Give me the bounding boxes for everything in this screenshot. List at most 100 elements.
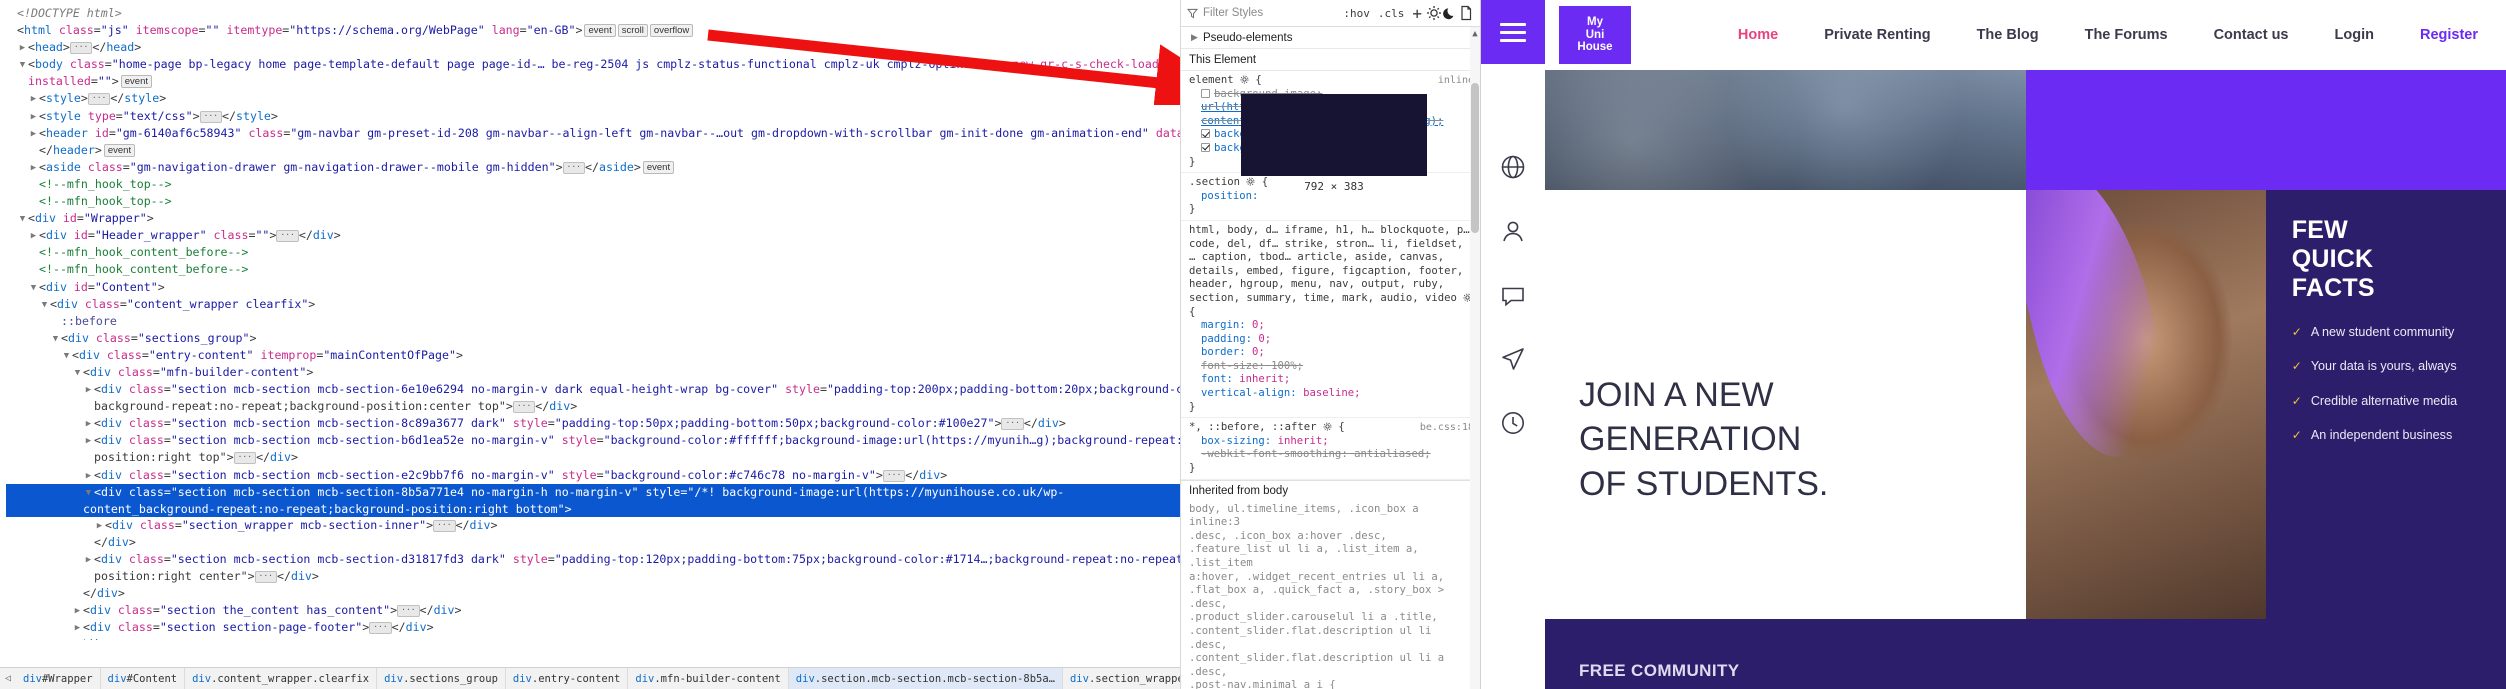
- chevron-down-icon[interactable]: ▼: [50, 331, 61, 347]
- chevron-down-icon[interactable]: ▼: [39, 297, 50, 313]
- dom-badge[interactable]: event: [584, 24, 616, 38]
- dom-node[interactable]: ▶ <style> ··· </style>: [6, 90, 1180, 107]
- chevron-right-icon[interactable]: ▶: [28, 160, 39, 176]
- inherited-selector-line[interactable]: .desc, .icon_box a:hover .desc,: [1189, 530, 1474, 544]
- dom-node[interactable]: ▶<!--mfn_hook_top-->: [6, 176, 1180, 193]
- chat-icon[interactable]: [1500, 282, 1526, 308]
- css-declaration[interactable]: padding: 0;: [1189, 333, 1474, 347]
- globe-icon[interactable]: [1500, 154, 1526, 180]
- nav-link-private-renting[interactable]: Private Renting: [1824, 27, 1930, 43]
- chevron-right-icon[interactable]: ▶: [83, 552, 94, 568]
- chevron-right-icon[interactable]: ▶: [72, 603, 83, 619]
- inherited-selector-line[interactable]: .content_slider.flat.description ul li .…: [1189, 625, 1474, 652]
- chevron-down-icon[interactable]: ▼: [61, 348, 72, 364]
- css-declaration[interactable]: -webkit-font-smoothing: antialiased;: [1189, 448, 1474, 462]
- dom-node[interactable]: ▶<!DOCTYPE html>: [6, 5, 1180, 22]
- dom-node[interactable]: ▶installed="">event: [6, 73, 1180, 90]
- css-property-name[interactable]: border:: [1201, 346, 1246, 358]
- dom-node-selected[interactable]: ▼ <div class="section mcb-section mcb-sec…: [6, 483, 1180, 517]
- expand-children-icon[interactable]: ···: [254, 571, 277, 584]
- chevron-down-icon[interactable]: ▼: [17, 211, 28, 227]
- css-property-name[interactable]: margin:: [1201, 319, 1246, 331]
- chevron-right-icon[interactable]: ▶: [28, 228, 39, 244]
- hamburger-menu-button[interactable]: [1481, 0, 1545, 64]
- dom-badge[interactable]: event: [103, 143, 136, 157]
- chevron-down-icon[interactable]: ▼: [17, 57, 28, 73]
- expand-children-icon[interactable]: ···: [397, 605, 420, 618]
- css-rule-origin[interactable]: be.css:18: [1420, 421, 1474, 435]
- inherited-selector-line[interactable]: .post-nav.minimal a i {: [1189, 679, 1474, 689]
- breadcrumb[interactable]: ◁ div#Wrapper div#Content div.content_wrap…: [0, 667, 1180, 689]
- css-property-name[interactable]: font-size:: [1201, 360, 1265, 372]
- expand-children-icon[interactable]: ···: [562, 161, 585, 174]
- expand-children-icon[interactable]: ···: [1001, 418, 1024, 431]
- breadcrumb-item[interactable]: div.content_wrapper.clearfix: [185, 668, 378, 689]
- nav-link-the-forums[interactable]: The Forums: [2085, 27, 2168, 43]
- inherited-selector-line[interactable]: .feature_list ul li a, .list_item a, .li…: [1189, 543, 1474, 570]
- inherited-selector-line[interactable]: body, ul.timeline_items, .icon_box a inl…: [1189, 503, 1474, 530]
- dom-node[interactable]: ▶</div>: [6, 585, 1180, 602]
- send-icon[interactable]: [1500, 346, 1526, 372]
- breadcrumb-scroll-left-icon[interactable]: ◁: [0, 673, 16, 684]
- css-property-value[interactable]: 0;: [1252, 319, 1265, 331]
- dom-node[interactable]: ▶ <div class="section section-page-footer…: [6, 619, 1180, 636]
- inherited-selector-line[interactable]: .content_slider.flat.description ul li a…: [1189, 652, 1474, 679]
- dom-node[interactable]: ▶<!--mfn_hook_content_before-->: [6, 244, 1180, 261]
- css-property-value[interactable]: antialiased;: [1354, 448, 1431, 460]
- styles-scroll-up-icon[interactable]: ▲: [1470, 29, 1480, 39]
- css-property-value[interactable]: 0;: [1252, 346, 1265, 358]
- css-declaration-checkbox[interactable]: [1201, 129, 1210, 139]
- expand-children-icon[interactable]: ···: [369, 622, 392, 635]
- nav-link-contact-us[interactable]: Contact us: [2214, 27, 2289, 43]
- chevron-right-icon[interactable]: ▶: [83, 382, 94, 398]
- dom-node[interactable]: ▼ <div id="Content">: [6, 279, 1180, 296]
- nav-link-the-blog[interactable]: The Blog: [1977, 27, 2039, 43]
- dom-node[interactable]: ▼ <div class="content_wrapper clearfix">: [6, 296, 1180, 313]
- dom-node[interactable]: ▼ <div class="sections_group">: [6, 330, 1180, 347]
- chevron-right-icon[interactable]: ▶: [83, 433, 94, 449]
- inherited-selector-line[interactable]: a:hover, .widget_recent_entries ul li a,: [1189, 571, 1474, 585]
- expand-children-icon[interactable]: ···: [276, 230, 299, 243]
- expand-children-icon[interactable]: ···: [882, 469, 906, 482]
- dom-badge[interactable]: scroll: [617, 24, 648, 38]
- css-property-value[interactable]: 0;: [1258, 333, 1271, 345]
- dom-node[interactable]: ▶<!--mfn_hook_top-->: [6, 193, 1180, 210]
- breadcrumb-item[interactable]: div.mfn-builder-content: [628, 668, 789, 689]
- dom-node[interactable]: ▶</div>: [6, 636, 1180, 640]
- dom-node[interactable]: ▶position:right center">···</div>: [6, 568, 1180, 585]
- expand-children-icon[interactable]: ···: [87, 93, 111, 106]
- pseudo-elements-row[interactable]: ▶ Pseudo-elements: [1181, 27, 1480, 49]
- breadcrumb-item[interactable]: div.section.mcb-section.mcb-section-8b5a…: [788, 668, 1063, 689]
- expand-children-icon[interactable]: ···: [233, 452, 257, 465]
- css-rule[interactable]: be.css:18 *, ::before, ::after {box-sizin…: [1181, 418, 1480, 480]
- css-property-value[interactable]: 100%;: [1271, 360, 1303, 372]
- dom-node[interactable]: ▶ <div class="section the_content has_con…: [6, 602, 1180, 619]
- dom-node[interactable]: ▶ <div class="section mcb-section mcb-sec…: [6, 415, 1180, 432]
- breadcrumb-item[interactable]: div.sections_group: [377, 668, 506, 689]
- chevron-right-icon[interactable]: ▶: [1189, 32, 1200, 43]
- css-declaration[interactable]: margin: 0;: [1189, 319, 1474, 333]
- dom-badge[interactable]: event: [642, 160, 675, 174]
- class-list-button[interactable]: .cls: [1374, 7, 1409, 20]
- site-logo[interactable]: My Uni House: [1559, 6, 1631, 64]
- expand-children-icon[interactable]: ···: [199, 110, 223, 123]
- light-mode-icon[interactable]: [1426, 5, 1442, 21]
- css-property-name[interactable]: font:: [1201, 373, 1233, 385]
- css-property-name[interactable]: padding:: [1201, 333, 1252, 345]
- dom-node[interactable]: ▶ <header id="gm-6140af6c58943" class="gm…: [6, 125, 1180, 142]
- hover-state-button[interactable]: :hov: [1339, 7, 1374, 20]
- dom-node[interactable]: ▼ <div class="mfn-builder-content">: [6, 364, 1180, 381]
- expand-children-icon[interactable]: ···: [512, 401, 536, 414]
- chevron-right-icon[interactable]: ▶: [17, 40, 28, 56]
- styles-scroll-thumb[interactable]: [1471, 83, 1479, 233]
- dom-node[interactable]: ▶</div>: [6, 534, 1180, 551]
- clock-icon[interactable]: [1500, 410, 1526, 436]
- nav-link-home[interactable]: Home: [1738, 27, 1778, 43]
- inherited-selector-line[interactable]: .flat_box a, .quick_fact a, .story_box >…: [1189, 584, 1474, 611]
- dom-node[interactable]: ▶ <aside class="gm-navigation-drawer gm-n…: [6, 159, 1180, 176]
- chevron-down-icon[interactable]: ▼: [72, 365, 83, 381]
- dom-node[interactable]: ▶position:right top">···</div>: [6, 449, 1180, 466]
- expand-children-icon[interactable]: ···: [433, 519, 456, 532]
- css-rule-gear-icon[interactable]: [1240, 75, 1249, 84]
- dom-node[interactable]: ▼ <div id="Wrapper">: [6, 210, 1180, 227]
